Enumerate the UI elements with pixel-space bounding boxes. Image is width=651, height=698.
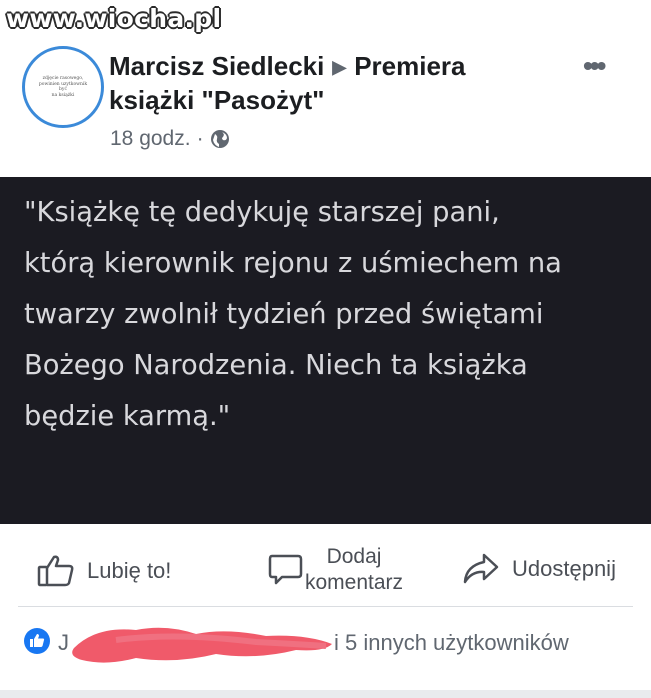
post-meta: 18 godz. · bbox=[110, 127, 230, 151]
comment-label-line: komentarz bbox=[304, 571, 404, 594]
avatar-text-line: na książki bbox=[51, 92, 75, 98]
like-reaction-icon bbox=[24, 628, 50, 654]
comment-label: Dodaj komentarz bbox=[294, 544, 414, 596]
redaction-scribble bbox=[72, 627, 332, 663]
post-header: Marcisz Siedlecki ▶ Premiera książki "Paso… bbox=[109, 50, 549, 117]
reactions-bar[interactable]: J i 5 innych użytkowników bbox=[0, 620, 651, 670]
share-button[interactable]: Udostępnij bbox=[462, 552, 616, 586]
avatar[interactable]: zdjęcie rasowego, powinien uzytkownik by… bbox=[22, 46, 104, 128]
share-label: Udostępnij bbox=[512, 556, 616, 581]
more-icon[interactable]: ••• bbox=[583, 50, 606, 82]
divider bbox=[18, 606, 633, 607]
comment-label-line: Dodaj bbox=[326, 545, 382, 568]
quote-text: "Książkę tę dedykuję starszej pani, któr… bbox=[24, 197, 562, 432]
post-time[interactable]: 18 godz. bbox=[110, 127, 191, 151]
like-label: Lubię to! bbox=[87, 558, 172, 583]
globe-icon bbox=[210, 130, 229, 148]
share-icon bbox=[463, 553, 499, 584]
separator: · bbox=[196, 127, 204, 150]
thumbs-up-icon bbox=[37, 555, 74, 587]
like-button[interactable]: Lubię to! bbox=[37, 554, 171, 588]
reactions-summary: i 5 innych użytkowników bbox=[334, 630, 569, 655]
avatar-text-line: powinien uzytkownik być bbox=[38, 81, 88, 93]
author-name[interactable]: Marcisz Siedlecki bbox=[109, 51, 324, 81]
feed-separator bbox=[0, 690, 651, 698]
triangle-right-icon: ▶ bbox=[332, 57, 347, 77]
action-bar: Lubię to! Dodaj komentarz Udostępnij bbox=[0, 538, 651, 606]
watermark-logo: www.wiocha.pl bbox=[6, 4, 222, 33]
